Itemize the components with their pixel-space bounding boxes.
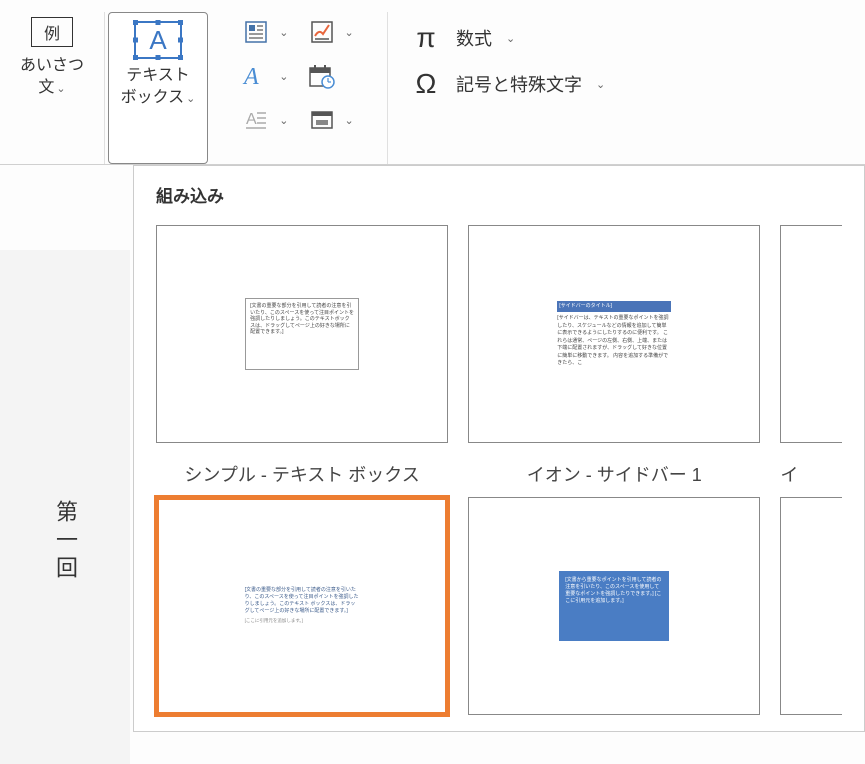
textbox-icon: A xyxy=(134,21,182,59)
greeting-button[interactable]: 例 あいさつ文⌄ xyxy=(0,12,105,164)
datetime-icon xyxy=(307,61,337,91)
document-area: 第一回 xyxy=(0,250,130,764)
gallery-item-sidebar-preview[interactable]: [サイドバーのタイトル] [サイドバーは、テキストの重要なポイントを強調したり、… xyxy=(468,225,760,443)
insert-small-group: ⌄ ⌄ A ⌄ A ⌄ xyxy=(208,12,388,164)
symbols-group: π 数式 ⌄ Ω 記号と特殊文字 ⌄ xyxy=(388,12,848,164)
document-heading: 第一回 xyxy=(49,500,81,584)
gallery-item-simple-textbox[interactable]: [文書の重要な部分を引用して読者の注意を引いたり、このスペースを使って注目ポイン… xyxy=(156,497,448,715)
textbox-gallery-panel: 組み込み [文書の重要な部分を引用して読者の注意を引いたり、このスペースを使って… xyxy=(133,165,865,732)
symbol-button[interactable]: Ω 記号と特殊文字 ⌄ xyxy=(408,68,605,100)
gallery-heading: 組み込み xyxy=(156,182,842,207)
ribbon-toolbar: 例 あいさつ文⌄ A テキストボックス⌄ ⌄ ⌄ xyxy=(0,0,865,165)
wordart-icon: A xyxy=(241,61,271,91)
gallery-label-partial: イ xyxy=(780,461,842,487)
gallery-item-ion-sidebar-1[interactable]: [文書から重要なポイントを引用して読者の注意を引いたり、このスペースを使用して重… xyxy=(468,497,760,715)
gallery-label-simple: シンプル - テキスト ボックス xyxy=(156,461,448,487)
object-icon xyxy=(307,105,337,135)
object-button[interactable]: ⌄ xyxy=(307,105,354,135)
gallery-item-partial-2[interactable] xyxy=(780,497,842,715)
preview-ion: [文書から重要なポイントを引用して読者の注意を引いたり、このスペースを使用して重… xyxy=(559,571,669,641)
wordart-button[interactable]: A ⌄ xyxy=(241,61,288,91)
gallery-label-ion-sidebar: イオン - サイドバー 1 xyxy=(468,461,760,487)
svg-text:A: A xyxy=(246,111,257,128)
preview-text: [文書の重要な部分を引用して読者の注意を引いたり、このスペースを使って注目ポイン… xyxy=(245,298,359,370)
equation-label: 数式 xyxy=(456,25,492,51)
symbol-label: 記号と特殊文字 xyxy=(456,71,582,97)
signature-button[interactable]: ⌄ xyxy=(307,17,354,47)
gallery-item-simple-preview[interactable]: [文書の重要な部分を引用して読者の注意を引いたり、このスペースを使って注目ポイン… xyxy=(156,225,448,443)
quickparts-icon xyxy=(241,17,271,47)
greeting-icon: 例 xyxy=(31,17,73,47)
greeting-label: あいさつ文⌄ xyxy=(20,55,84,100)
pi-icon: π xyxy=(408,22,444,54)
dropcap-button[interactable]: A ⌄ xyxy=(241,105,288,135)
gallery-item-partial-1[interactable] xyxy=(780,225,842,443)
signature-icon xyxy=(307,17,337,47)
equation-button[interactable]: π 数式 ⌄ xyxy=(408,22,515,54)
preview-quote: [文書の重要な部分を引用して読者の注意を引いたり、このスペースを使って注目ポイン… xyxy=(245,587,360,624)
svg-text:A: A xyxy=(242,64,259,89)
omega-icon: Ω xyxy=(408,68,444,100)
textbox-label: テキストボックス⌄ xyxy=(121,65,196,110)
datetime-button[interactable] xyxy=(307,61,354,91)
quickparts-button[interactable]: ⌄ xyxy=(241,17,288,47)
preview-sidebar: [サイドバーのタイトル] [サイドバーは、テキストの重要なポイントを強調したり、… xyxy=(557,301,671,368)
textbox-button[interactable]: A テキストボックス⌄ xyxy=(108,12,208,164)
dropcap-icon: A xyxy=(241,105,271,135)
